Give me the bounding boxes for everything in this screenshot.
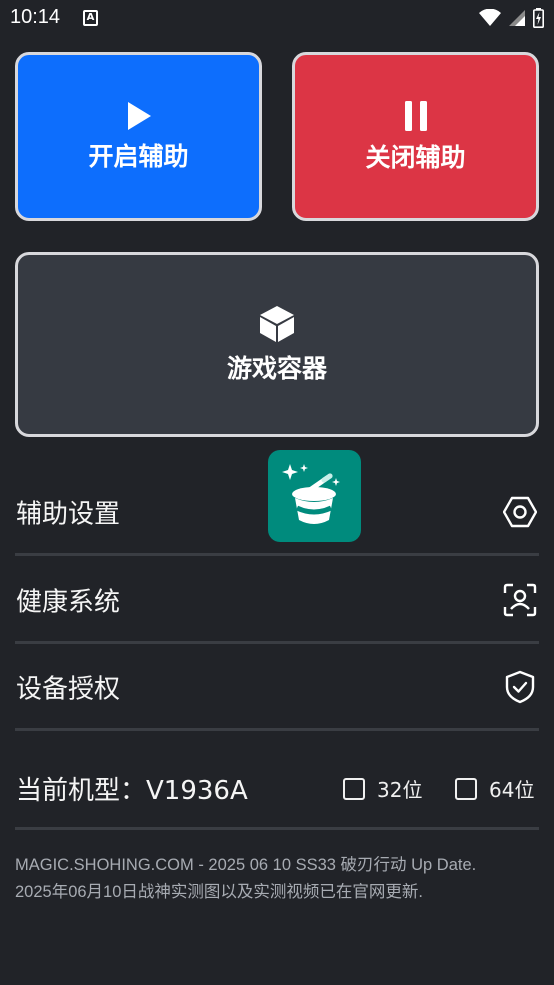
checkbox-64bit-label: 64位 xyxy=(489,778,535,802)
cube-icon xyxy=(260,305,294,342)
game-container-label: 游戏容器 xyxy=(226,353,327,383)
checkbox-32bit[interactable]: 32位 xyxy=(343,774,422,803)
checkbox-32bit-box[interactable] xyxy=(343,777,365,800)
checkbox-64bit[interactable]: 64位 xyxy=(455,774,534,803)
status-bar: 10:14 A xyxy=(0,0,554,38)
device-model-row: 当前机型：V1936A 32位 64位 xyxy=(15,742,539,830)
menu-item-assist-settings[interactable]: 辅助设置 xyxy=(15,470,539,556)
pause-icon xyxy=(404,100,427,131)
start-assist-button[interactable]: 开启辅助 xyxy=(15,52,262,221)
status-time: 10:14 xyxy=(10,6,61,28)
device-model-label: 当前机型：V1936A xyxy=(16,776,248,806)
menu-item-device-authorization[interactable]: 设备授权 xyxy=(15,645,539,731)
face-scan-icon xyxy=(503,583,537,616)
menu-item-label: 健康系统 xyxy=(16,587,121,617)
menu-item-label: 设备授权 xyxy=(16,674,121,704)
signal-icon xyxy=(509,10,525,26)
start-assist-label: 开启辅助 xyxy=(88,141,189,171)
checkbox-64bit-box[interactable] xyxy=(455,777,477,800)
stop-assist-label: 关闭辅助 xyxy=(365,142,466,172)
menu-item-label: 辅助设置 xyxy=(16,499,121,529)
game-container-button[interactable]: 游戏容器 xyxy=(15,252,539,437)
battery-icon xyxy=(533,8,544,28)
stop-assist-button[interactable]: 关闭辅助 xyxy=(292,52,539,221)
wifi-icon xyxy=(479,9,501,26)
hexagon-gear-icon xyxy=(503,496,537,527)
footer-notice: MAGIC.SHOHING.COM - 2025 06 10 SS33 破刃行动… xyxy=(15,852,545,906)
shield-check-icon xyxy=(505,670,535,703)
checkbox-32bit-label: 32位 xyxy=(377,778,423,802)
play-icon xyxy=(127,101,151,130)
footer-line-2: 2025年06月10日战神实测图以及实测视频已在官网更新. xyxy=(15,883,423,901)
footer-line-1: MAGIC.SHOHING.COM - 2025 06 10 SS33 破刃行动… xyxy=(15,856,477,874)
menu-item-health-system[interactable]: 健康系统 xyxy=(15,558,539,644)
notification-a-icon: A xyxy=(83,10,98,26)
